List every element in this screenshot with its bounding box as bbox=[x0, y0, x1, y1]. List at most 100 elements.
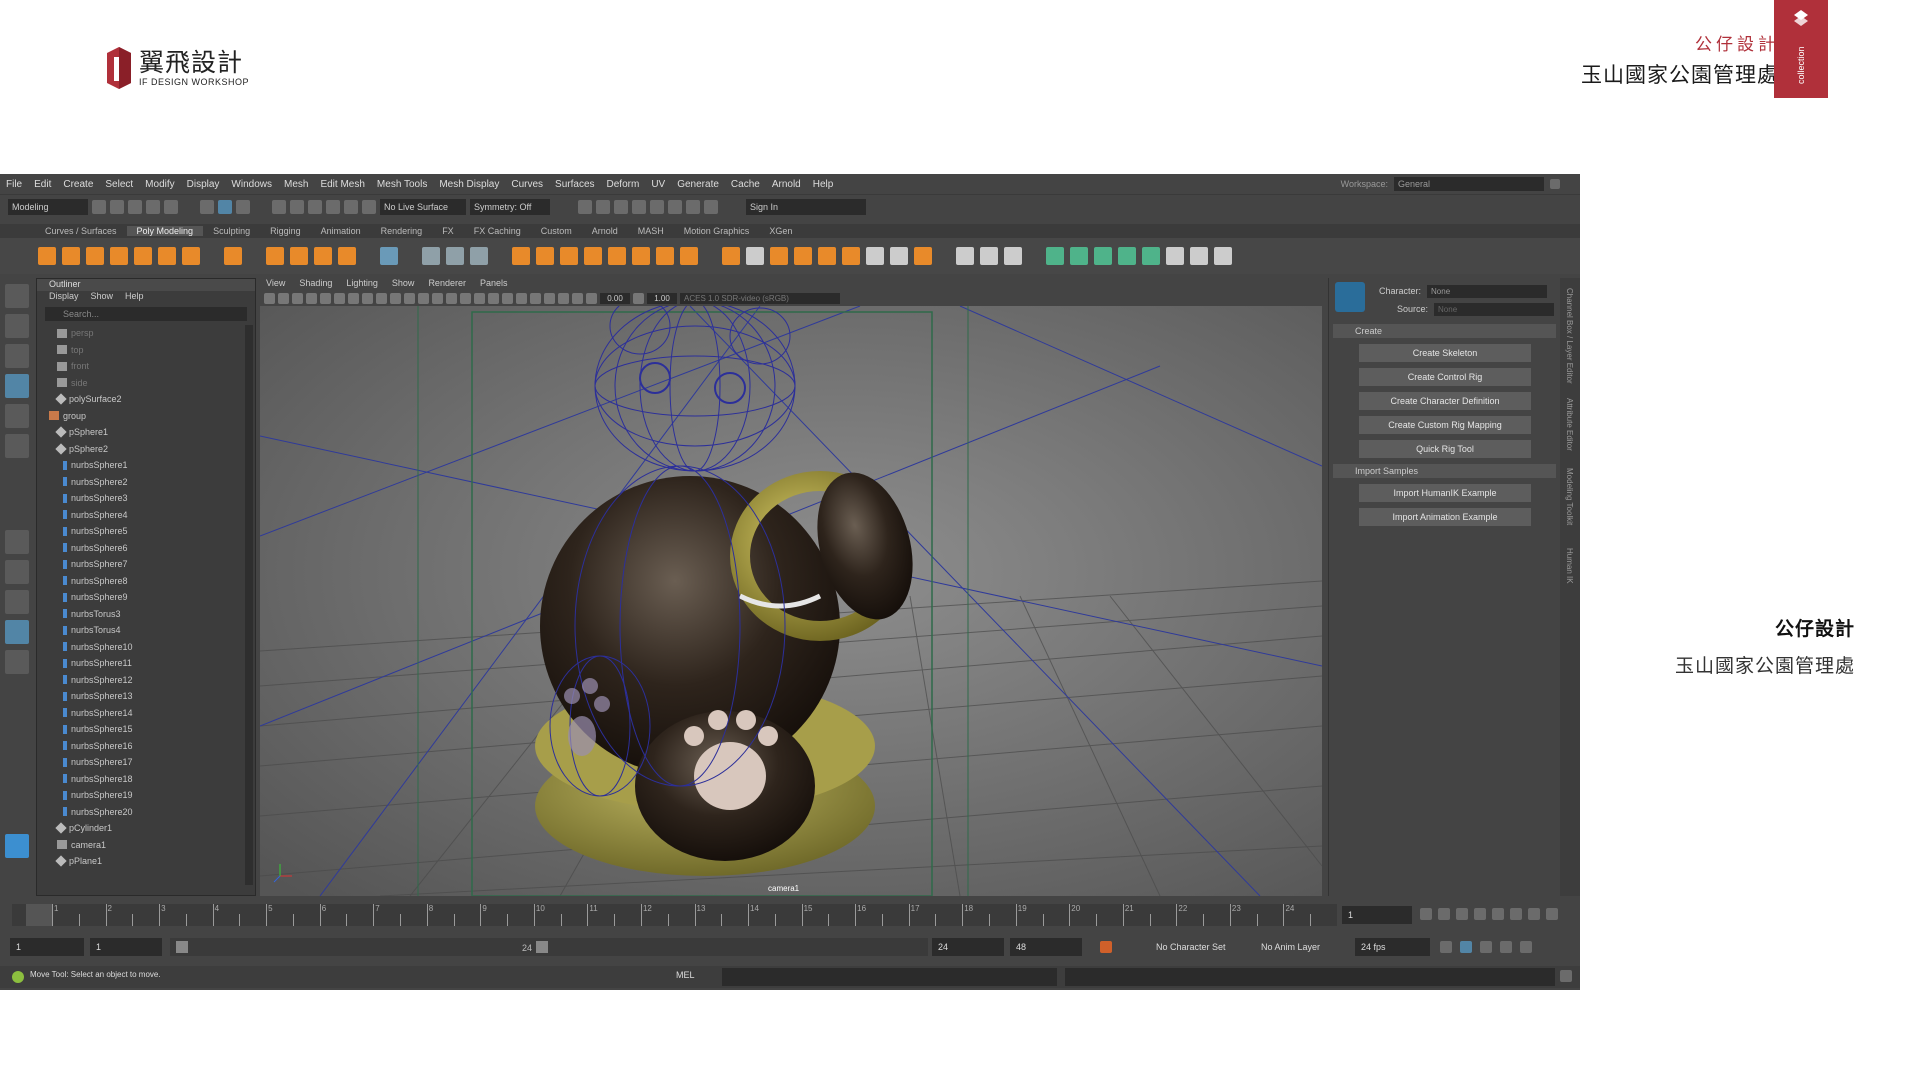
outliner-item-nurbsSphere1[interactable]: nurbsSphere1 bbox=[37, 457, 241, 474]
outliner-item-pCylinder1[interactable]: pCylinder1 bbox=[37, 820, 241, 837]
menu-file[interactable]: File bbox=[0, 179, 28, 190]
viewport-menu-lighting[interactable]: Lighting bbox=[346, 278, 378, 290]
viewport-menu-view[interactable]: View bbox=[266, 278, 285, 290]
outliner-item-nurbsSphere11[interactable]: nurbsSphere11 bbox=[37, 655, 241, 672]
menu-deform[interactable]: Deform bbox=[601, 179, 646, 190]
sign-in-button[interactable]: Sign In bbox=[746, 198, 866, 215]
mirror-icon[interactable] bbox=[680, 247, 698, 265]
range-start-handle[interactable] bbox=[176, 941, 188, 953]
xray-components-icon[interactable] bbox=[572, 292, 583, 304]
hik-create-character-definition-button[interactable]: Create Character Definition bbox=[1359, 392, 1531, 410]
menu-edit-mesh[interactable]: Edit Mesh bbox=[314, 179, 370, 190]
aa-icon[interactable] bbox=[516, 292, 527, 304]
shelf-tab-xgen[interactable]: XGen bbox=[759, 226, 802, 236]
delete-history-icon[interactable] bbox=[1094, 247, 1112, 265]
gate-mask-icon[interactable] bbox=[362, 292, 373, 304]
camera-select-icon[interactable] bbox=[264, 292, 275, 304]
bevel-icon[interactable] bbox=[536, 247, 554, 265]
outliner-item-nurbsSphere7[interactable]: nurbsSphere7 bbox=[37, 556, 241, 573]
image-plane-icon[interactable] bbox=[306, 292, 317, 304]
shelf-tab-poly-modeling[interactable]: Poly Modeling bbox=[126, 226, 204, 236]
quad-draw-icon[interactable] bbox=[866, 247, 884, 265]
append-icon[interactable] bbox=[608, 247, 626, 265]
go-to-start-icon[interactable] bbox=[1420, 908, 1432, 920]
shelf-tab-mash[interactable]: MASH bbox=[628, 226, 674, 236]
rotate-tool-icon[interactable] bbox=[5, 404, 29, 428]
timeline-current-frame-marker[interactable] bbox=[26, 904, 52, 926]
bookmark-icon[interactable] bbox=[292, 292, 303, 304]
outliner-item-nurbsSphere18[interactable]: nurbsSphere18 bbox=[37, 771, 241, 788]
outliner-item-group[interactable]: group bbox=[37, 408, 241, 425]
camera-attr-icon[interactable] bbox=[278, 292, 289, 304]
go-to-end-icon[interactable] bbox=[1546, 908, 1558, 920]
menu-select[interactable]: Select bbox=[99, 179, 139, 190]
poly-plane-icon[interactable] bbox=[158, 247, 176, 265]
side-tab-channel-box-layer-editor[interactable]: Channel Box / Layer Editor bbox=[1565, 288, 1574, 384]
outliner-item-nurbsSphere5[interactable]: nurbsSphere5 bbox=[37, 523, 241, 540]
gamma-icon[interactable] bbox=[633, 292, 644, 304]
smooth-icon[interactable] bbox=[470, 247, 488, 265]
character-set-dropdown[interactable]: No Character Set bbox=[1150, 938, 1245, 956]
shelf-tab-fx[interactable]: FX bbox=[432, 226, 464, 236]
menu-uv[interactable]: UV bbox=[645, 179, 671, 190]
snap-together-icon[interactable] bbox=[1190, 247, 1208, 265]
render-settings-icon[interactable] bbox=[632, 199, 646, 214]
outliner-item-nurbsSphere8[interactable]: nurbsSphere8 bbox=[37, 573, 241, 590]
hik-create-control-rig-button[interactable]: Create Control Rig bbox=[1359, 368, 1531, 386]
outliner-item-top[interactable]: top bbox=[37, 342, 241, 359]
save-scene-icon[interactable] bbox=[128, 199, 142, 214]
lights-icon[interactable] bbox=[474, 292, 485, 304]
wireframe-icon[interactable] bbox=[418, 292, 429, 304]
shelf-tab-curves-surfaces[interactable]: Curves / Surfaces bbox=[35, 226, 127, 236]
anim-start-field[interactable]: 1 bbox=[10, 938, 84, 956]
menu-cache[interactable]: Cache bbox=[725, 179, 766, 190]
menu-surfaces[interactable]: Surfaces bbox=[549, 179, 600, 190]
outliner-item-nurbsTorus4[interactable]: nurbsTorus4 bbox=[37, 622, 241, 639]
snap-curve-icon[interactable] bbox=[290, 199, 304, 214]
outliner-layout-icon[interactable] bbox=[5, 620, 29, 644]
render-view-icon[interactable] bbox=[668, 199, 682, 214]
super-shape-icon[interactable] bbox=[266, 247, 284, 265]
menu-mesh-tools[interactable]: Mesh Tools bbox=[371, 179, 433, 190]
outliner-item-nurbsSphere4[interactable]: nurbsSphere4 bbox=[37, 507, 241, 524]
resolution-gate-icon[interactable] bbox=[348, 292, 359, 304]
outliner-item-nurbsSphere16[interactable]: nurbsSphere16 bbox=[37, 738, 241, 755]
boolean-icon[interactable] bbox=[512, 247, 530, 265]
playback-end-field[interactable]: 24 bbox=[932, 938, 1004, 956]
x-tool-icon[interactable] bbox=[1214, 247, 1232, 265]
menu-help[interactable]: Help bbox=[807, 179, 840, 190]
hik-create-custom-rig-mapping-button[interactable]: Create Custom Rig Mapping bbox=[1359, 416, 1531, 434]
outliner-scrollbar[interactable] bbox=[245, 325, 253, 885]
outliner-item-nurbsSphere14[interactable]: nurbsSphere14 bbox=[37, 705, 241, 722]
shelf-tab-custom[interactable]: Custom bbox=[531, 226, 582, 236]
hik-create-skeleton-button[interactable]: Create Skeleton bbox=[1359, 344, 1531, 362]
viewport-menu-show[interactable]: Show bbox=[392, 278, 415, 290]
reset-transform-icon[interactable] bbox=[1118, 247, 1136, 265]
outliner-item-nurbsSphere9[interactable]: nurbsSphere9 bbox=[37, 589, 241, 606]
render-frame-icon[interactable] bbox=[578, 199, 592, 214]
sound-icon[interactable] bbox=[1480, 941, 1492, 953]
hypershade-icon[interactable] bbox=[650, 199, 664, 214]
render-seq-icon[interactable] bbox=[596, 199, 610, 214]
safe-action-icon[interactable] bbox=[390, 292, 401, 304]
viewport-menu-shading[interactable]: Shading bbox=[299, 278, 332, 290]
outliner-item-nurbsSphere17[interactable]: nurbsSphere17 bbox=[37, 754, 241, 771]
outliner-item-nurbsSphere10[interactable]: nurbsSphere10 bbox=[37, 639, 241, 656]
side-tab-attribute-editor[interactable]: Attribute Editor bbox=[1565, 398, 1574, 451]
planar-map-icon[interactable] bbox=[980, 247, 998, 265]
hik-import-humanik-example-button[interactable]: Import HumanIK Example bbox=[1359, 484, 1531, 502]
merge-icon[interactable] bbox=[656, 247, 674, 265]
arnold-render-icon[interactable] bbox=[686, 199, 700, 214]
poly-cone-icon[interactable] bbox=[110, 247, 128, 265]
grid-options-icon[interactable] bbox=[1166, 247, 1184, 265]
new-scene-icon[interactable] bbox=[92, 199, 106, 214]
outliner-item-nurbsSphere3[interactable]: nurbsSphere3 bbox=[37, 490, 241, 507]
outliner-item-nurbsSphere19[interactable]: nurbsSphere19 bbox=[37, 787, 241, 804]
poly-torus-icon[interactable] bbox=[134, 247, 152, 265]
snap-view-icon[interactable] bbox=[344, 199, 358, 214]
outliner-menu-show[interactable]: Show bbox=[91, 291, 114, 305]
four-view-icon[interactable] bbox=[5, 560, 29, 584]
zoom-search-icon[interactable] bbox=[5, 650, 29, 674]
outliner-item-nurbsSphere6[interactable]: nurbsSphere6 bbox=[37, 540, 241, 557]
script-editor-icon[interactable] bbox=[1560, 970, 1572, 982]
